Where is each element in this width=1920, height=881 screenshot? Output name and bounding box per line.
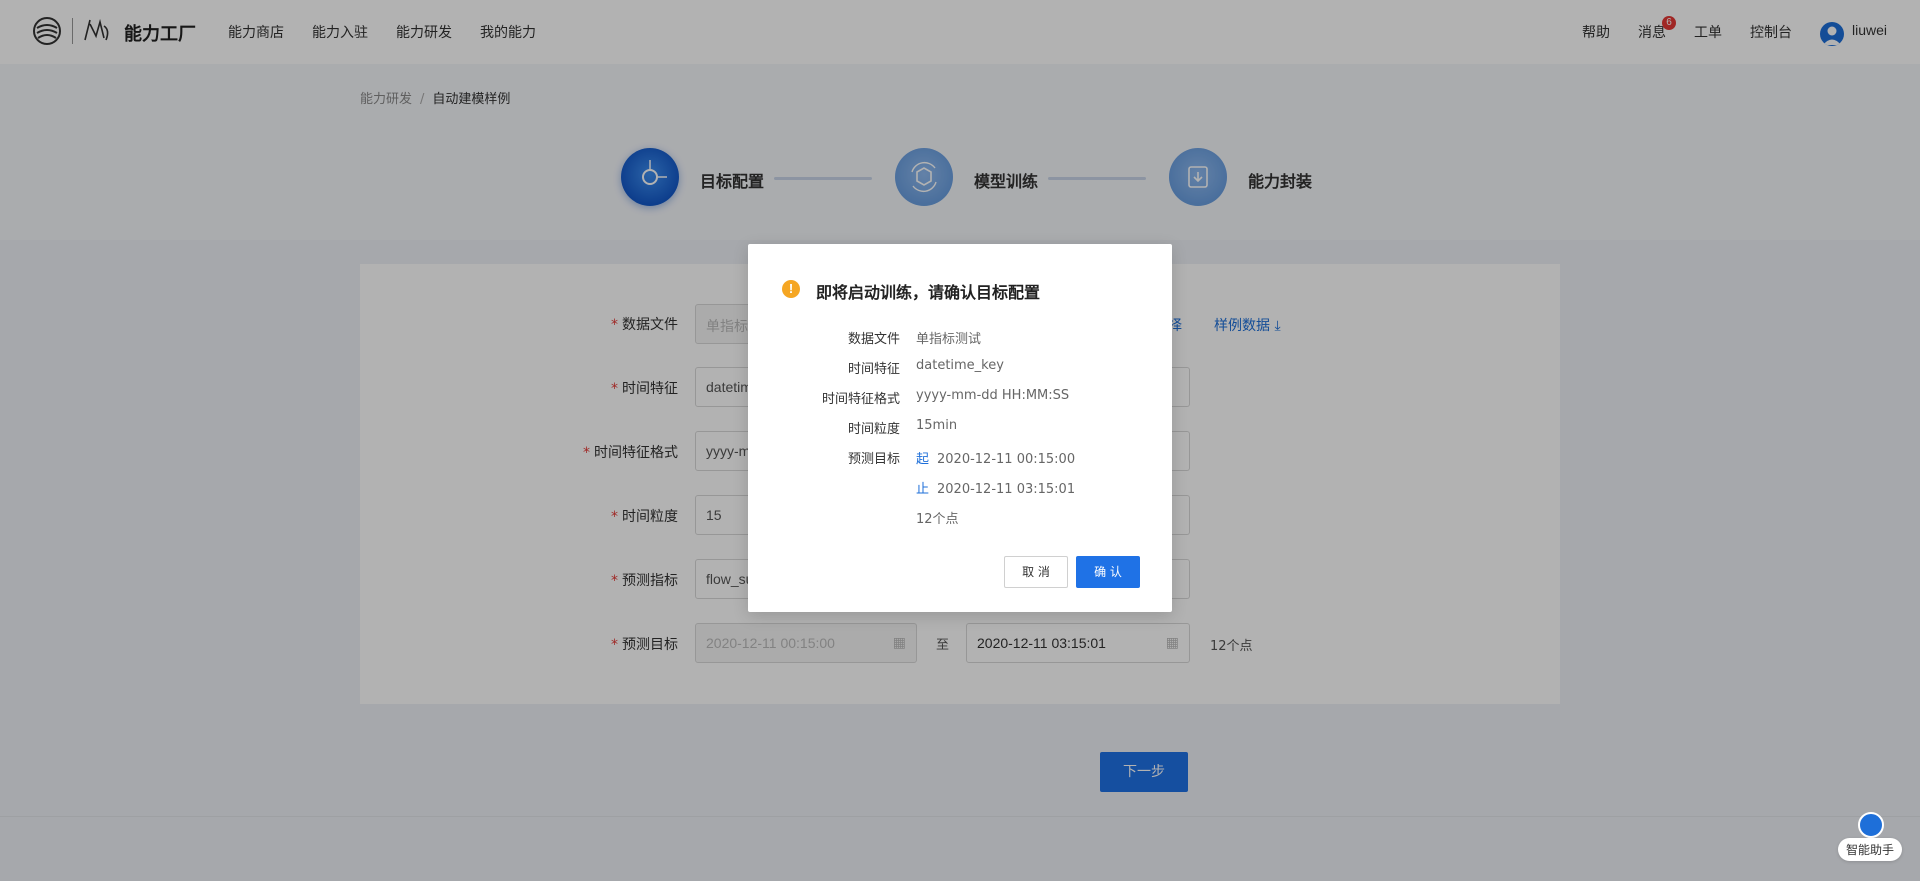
dialog-row-value: 12个点 — [916, 512, 959, 527]
end-tag: 止 — [916, 482, 930, 497]
dialog-row-value: datetime_key — [916, 358, 1004, 373]
dialog-title: 即将启动训练，请确认目标配置 — [816, 283, 1041, 302]
cancel-button[interactable]: 取 消 — [1004, 556, 1068, 588]
dialog-row-value: 15min — [916, 418, 958, 433]
confirm-training-dialog: ! 即将启动训练，请确认目标配置 数据文件 单指标测试 时间特征 datetim… — [748, 244, 1172, 612]
confirm-button[interactable]: 确 认 — [1076, 556, 1140, 588]
assistant-robot-icon[interactable] — [1858, 812, 1884, 838]
start-tag: 起 — [916, 452, 930, 467]
assistant-label[interactable]: 智能助手 — [1838, 838, 1903, 861]
dialog-row-label: 数据文件 — [847, 332, 900, 347]
dialog-row-label: 时间特征 — [847, 362, 900, 377]
dialog-row-value: 单指标测试 — [916, 332, 982, 347]
dialog-row-value: 起 2020-12-11 00:15:00 — [916, 452, 1076, 467]
dialog-row-label: 预测目标 — [847, 452, 900, 467]
dialog-row-label: 时间粒度 — [847, 422, 900, 437]
dialog-row-label: 时间特征格式 — [821, 392, 900, 407]
warning-icon: ! — [782, 280, 800, 298]
dialog-row-value: yyyy-mm-dd HH:MM:SS — [916, 388, 1070, 403]
dialog-row-value: 止 2020-12-11 03:15:01 — [916, 482, 1076, 497]
